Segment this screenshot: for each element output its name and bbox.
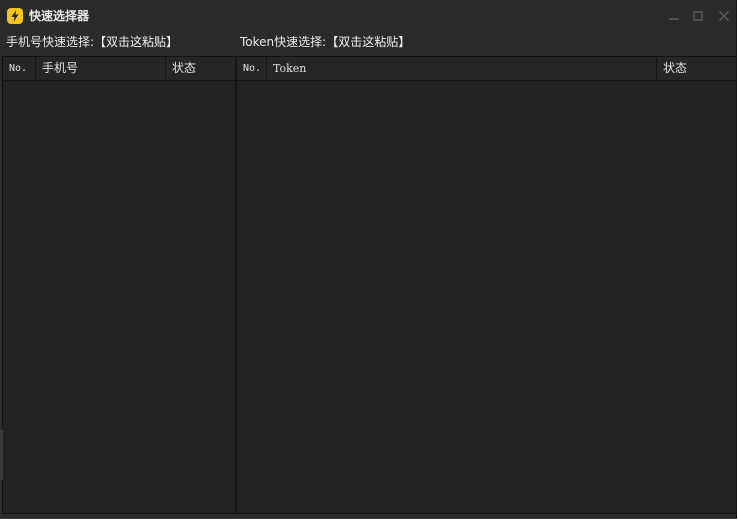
token-table-body[interactable] (237, 81, 736, 513)
close-button[interactable] (713, 7, 735, 25)
maximize-button[interactable] (687, 7, 709, 25)
phone-quick-select-label: 手机号快速选择: (6, 35, 95, 49)
token-paste-hint[interactable]: 【双击这粘贴】 (326, 35, 410, 49)
minimize-button[interactable] (663, 7, 685, 25)
token-table-header: No. Token 状态 (237, 57, 736, 81)
token-quick-select[interactable]: Token快速选择:【双击这粘贴】 (240, 35, 410, 49)
lightning-icon (7, 8, 23, 24)
token-quick-select-label: Token快速选择: (240, 35, 327, 49)
column-header-token[interactable]: Token (267, 57, 657, 80)
title-bar[interactable]: 快速选择器 (0, 0, 736, 32)
close-icon (718, 10, 730, 22)
minimize-icon (669, 18, 679, 20)
column-header-status[interactable]: 状态 (166, 57, 235, 80)
phone-table-header: No. 手机号 状态 (3, 57, 235, 81)
column-header-no[interactable]: No. (237, 57, 267, 80)
phone-paste-hint[interactable]: 【双击这粘贴】 (94, 35, 178, 49)
window-edge (0, 430, 3, 480)
maximize-icon (693, 11, 703, 21)
phone-table[interactable]: No. 手机号 状态 (2, 56, 236, 514)
column-header-no[interactable]: No. (3, 57, 36, 80)
phone-table-body[interactable] (3, 81, 235, 513)
column-header-phone[interactable]: 手机号 (36, 57, 166, 80)
window-title: 快速选择器 (29, 9, 90, 23)
column-header-status[interactable]: 状态 (657, 57, 736, 80)
token-table[interactable]: No. Token 状态 (236, 56, 736, 514)
phone-quick-select[interactable]: 手机号快速选择:【双击这粘贴】 (6, 35, 178, 49)
app-window: 快速选择器 手机号快速选择:【双击这粘贴】 Token快速选择:【双击这粘贴】 … (0, 0, 737, 519)
